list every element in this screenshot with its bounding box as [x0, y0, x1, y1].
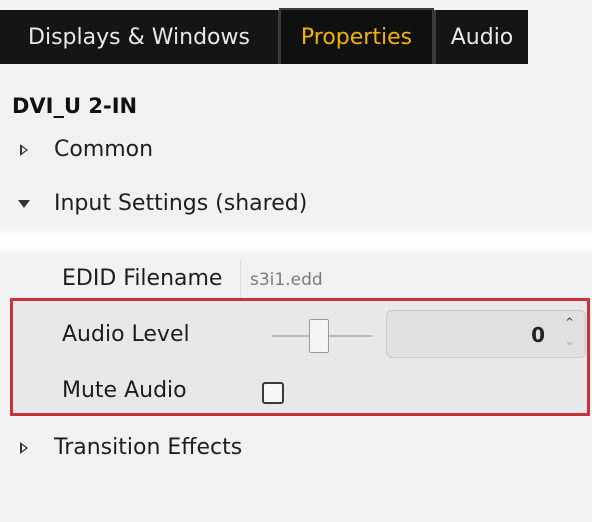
mute-audio-label: Mute Audio	[62, 378, 187, 403]
audio-level-input[interactable]: 0 ⌃ ⌄	[386, 310, 586, 358]
chevron-down-icon[interactable]	[18, 199, 30, 208]
audio-level-value: 0	[531, 323, 545, 347]
audio-level-label: Audio Level	[62, 322, 190, 347]
mute-audio-checkbox[interactable]	[262, 382, 284, 404]
section-transition-effects-label: Transition Effects	[54, 435, 243, 460]
section-input-settings[interactable]: Input Settings (shared)	[0, 191, 307, 216]
spin-down-icon[interactable]: ⌄	[564, 335, 575, 349]
chevron-right-icon[interactable]	[20, 143, 28, 156]
section-common[interactable]: Common	[0, 137, 153, 162]
section-common-label: Common	[54, 137, 154, 162]
field-divider	[240, 260, 241, 300]
tab-audio[interactable]: Audio	[436, 10, 528, 64]
section-input-settings-label: Input Settings (shared)	[54, 191, 308, 216]
chevron-right-icon[interactable]	[20, 441, 28, 454]
separator-band	[0, 224, 592, 258]
audio-level-slider-thumb[interactable]	[309, 319, 329, 353]
tab-bar: Displays & Windows Properties Audio	[0, 0, 592, 64]
spin-up-icon[interactable]: ⌃	[564, 317, 575, 331]
properties-panel: DVI_U 2-IN Common Input Settings (shared…	[0, 64, 592, 522]
tab-displays-windows[interactable]: Displays & Windows	[0, 10, 278, 64]
panel-title: DVI_U 2-IN	[12, 94, 138, 118]
edid-filename-value[interactable]: s3i1.edd	[250, 270, 323, 290]
edid-filename-label: EDID Filename	[62, 266, 223, 291]
section-transition-effects[interactable]: Transition Effects	[0, 435, 242, 460]
properties-window: Displays & Windows Properties Audio DVI_…	[0, 0, 592, 522]
tab-properties[interactable]: Properties	[279, 8, 434, 64]
